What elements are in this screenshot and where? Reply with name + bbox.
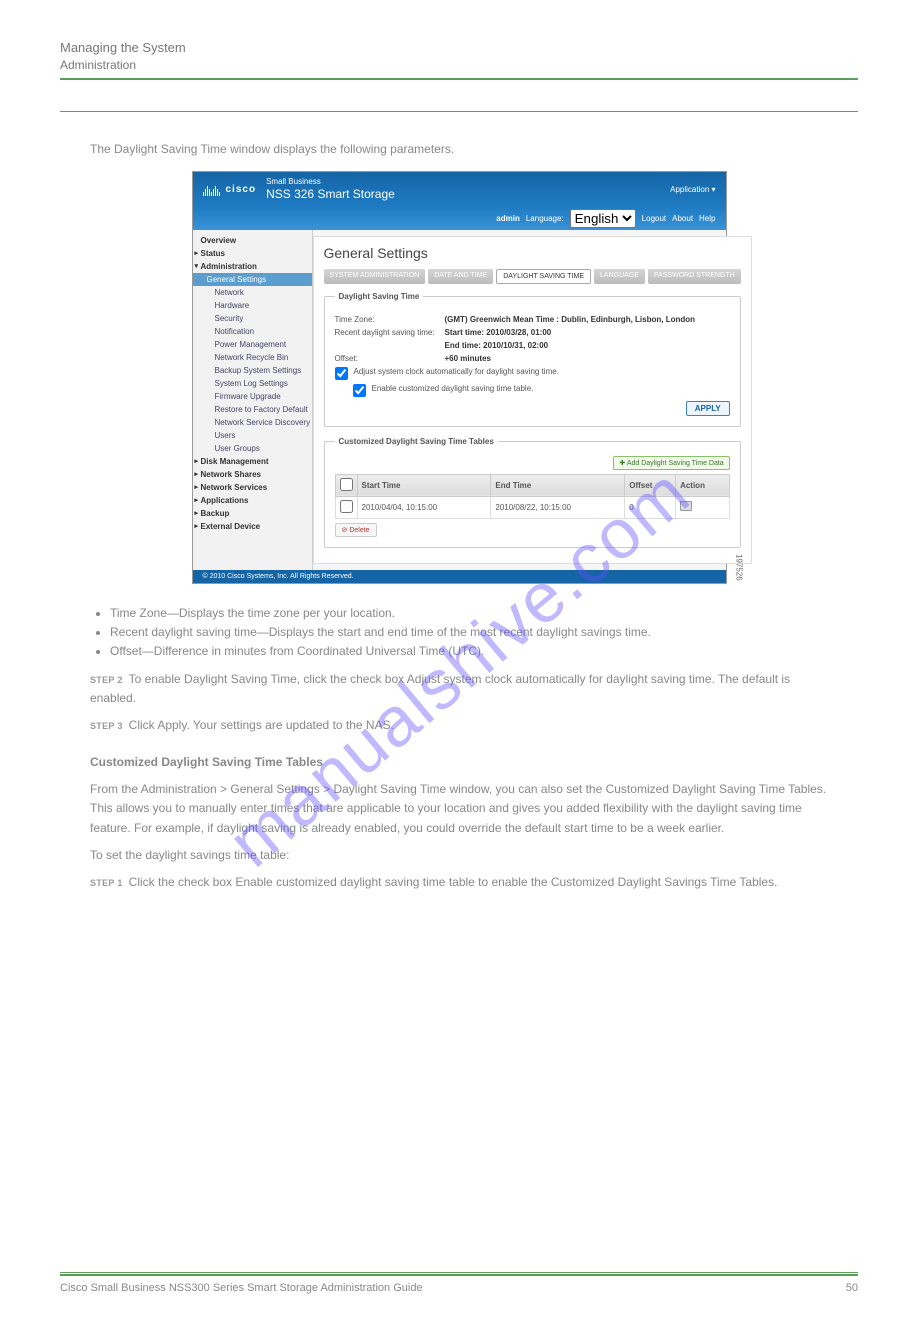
th-offset: Offset: [625, 474, 676, 496]
screenshot-panel: cisco Small Business NSS 326 Smart Stora…: [192, 171, 727, 584]
page-number: 50: [846, 1282, 858, 1294]
tab-password[interactable]: PASSWORD STRENGTH: [648, 269, 741, 284]
chapter-rule: [60, 78, 858, 112]
brand-title: NSS 326 Smart Storage: [266, 187, 395, 201]
chk-all[interactable]: [340, 478, 353, 491]
sidebar-ext[interactable]: External Device: [193, 520, 312, 533]
chk-auto-dst[interactable]: [335, 367, 348, 380]
figure-number: 197526: [735, 554, 744, 581]
sidebar-notification[interactable]: Notification: [193, 325, 312, 338]
user-label: admin: [496, 214, 520, 223]
sidebar-apps[interactable]: Applications: [193, 494, 312, 507]
cisco-logo-icon: [203, 184, 220, 196]
step3-label: STEP 3: [90, 721, 123, 731]
sidebar-general-settings[interactable]: General Settings: [193, 273, 312, 286]
help-link[interactable]: Help: [699, 214, 715, 223]
sidebar-disk[interactable]: Disk Management: [193, 455, 312, 468]
sidebar: Overview Status Administration General S…: [193, 230, 313, 570]
app-footer: © 2010 Cisco Systems, Inc. All Rights Re…: [193, 570, 726, 583]
step1b-text: Click the check box Enable customized da…: [129, 875, 778, 889]
cell-offset: 0: [625, 496, 676, 518]
custom-desc: From the Administration > General Settin…: [90, 780, 828, 838]
sidebar-network[interactable]: Network: [193, 286, 312, 299]
language-label: Language:: [526, 214, 564, 223]
main-content: General Settings SYSTEM ADMINISTRATION D…: [313, 236, 752, 564]
to-set-text: To set the daylight savings time table:: [90, 846, 828, 865]
tab-sys-admin[interactable]: SYSTEM ADMINISTRATION: [324, 269, 426, 284]
chapter-sub: Administration: [60, 58, 858, 72]
sidebar-security[interactable]: Security: [193, 312, 312, 325]
sidebar-power[interactable]: Power Management: [193, 338, 312, 351]
sidebar-hardware[interactable]: Hardware: [193, 299, 312, 312]
brand-subtitle: Small Business: [266, 178, 395, 187]
tab-dst[interactable]: DAYLIGHT SAVING TIME: [496, 269, 591, 284]
tz-label: Time Zone:: [335, 315, 445, 324]
sidebar-firmware[interactable]: Firmware Upgrade: [193, 390, 312, 403]
about-link[interactable]: About: [672, 214, 693, 223]
cell-start: 2010/04/04, 10:15:00: [357, 496, 491, 518]
custom-heading: Customized Daylight Saving Time Tables: [90, 753, 828, 772]
tab-language[interactable]: LANGUAGE: [594, 269, 645, 284]
th-end: End Time: [491, 474, 625, 496]
step2-label: STEP 2: [90, 675, 123, 685]
chk-auto-dst-label: Adjust system clock automatically for da…: [354, 367, 559, 376]
bullet-recent: Recent daylight saving time—Displays the…: [110, 623, 828, 642]
tab-date-time[interactable]: DATE AND TIME: [428, 269, 493, 284]
app-topbar: cisco Small Business NSS 326 Smart Stora…: [193, 172, 726, 207]
dst-legend: Daylight Saving Time: [335, 292, 424, 301]
th-start: Start Time: [357, 474, 491, 496]
apply-button[interactable]: APPLY: [686, 401, 730, 416]
step1b-label: STEP 1: [90, 878, 123, 888]
recent-label: Recent daylight saving time:: [335, 328, 445, 337]
subheader-bar: admin Language: English Logout About Hel…: [193, 207, 726, 230]
sidebar-groups[interactable]: User Groups: [193, 442, 312, 455]
table-row: 2010/04/04, 10:15:00 2010/08/22, 10:15:0…: [335, 496, 729, 518]
sidebar-syslog[interactable]: System Log Settings: [193, 377, 312, 390]
sidebar-backup[interactable]: Backup: [193, 507, 312, 520]
add-dst-button[interactable]: Add Daylight Saving Time Data: [613, 456, 729, 470]
chapter-label: Managing the System: [60, 40, 858, 55]
sidebar-restore[interactable]: Restore to Factory Default: [193, 403, 312, 416]
dst-fieldset: Daylight Saving Time Time Zone:(GMT) Gre…: [324, 292, 741, 427]
sidebar-backup-sys[interactable]: Backup System Settings: [193, 364, 312, 377]
custom-tables-fieldset: Customized Daylight Saving Time Tables A…: [324, 437, 741, 548]
chk-custom-table[interactable]: [353, 384, 366, 397]
chk-custom-table-label: Enable customized daylight saving time t…: [372, 384, 534, 393]
end-time-value: End time: 2010/10/31, 02:00: [445, 341, 549, 350]
cell-end: 2010/08/22, 10:15:00: [491, 496, 625, 518]
sidebar-discovery[interactable]: Network Service Discovery: [193, 416, 312, 429]
language-select[interactable]: English: [570, 209, 636, 228]
th-action: Action: [676, 474, 730, 496]
sidebar-shares[interactable]: Network Shares: [193, 468, 312, 481]
page-title: General Settings: [324, 245, 741, 261]
footer-title: Cisco Small Business NSS300 Series Smart…: [60, 1282, 423, 1294]
tabs-row: SYSTEM ADMINISTRATION DATE AND TIME DAYL…: [324, 269, 741, 284]
cisco-wordmark: cisco: [226, 184, 257, 195]
logout-link[interactable]: Logout: [642, 214, 666, 223]
application-menu[interactable]: Application ▾: [670, 185, 715, 194]
sidebar-administration[interactable]: Administration: [193, 260, 312, 273]
edit-icon[interactable]: [680, 501, 692, 511]
sidebar-status[interactable]: Status: [193, 247, 312, 260]
sidebar-users[interactable]: Users: [193, 429, 312, 442]
footer-rule: [60, 1272, 858, 1276]
sidebar-services[interactable]: Network Services: [193, 481, 312, 494]
step3-text: Click Apply. Your settings are updated t…: [129, 718, 394, 732]
chk-row[interactable]: [340, 500, 353, 513]
tz-value: (GMT) Greenwich Mean Time : Dublin, Edin…: [445, 315, 696, 324]
start-time-value: Start time: 2010/03/28, 01:00: [445, 328, 552, 337]
sidebar-recycle[interactable]: Network Recycle Bin: [193, 351, 312, 364]
intro-paragraph: The Daylight Saving Time window displays…: [90, 140, 828, 159]
offset-label: Offset:: [335, 354, 445, 363]
offset-value: +60 minutes: [445, 354, 491, 363]
dst-table: Start Time End Time Offset Action 2010/0…: [335, 474, 730, 519]
bullet-tz: Time Zone—Displays the time zone per you…: [110, 604, 828, 623]
bullet-offset: Offset—Difference in minutes from Coordi…: [110, 642, 828, 661]
delete-button[interactable]: Delete: [335, 523, 377, 537]
sidebar-overview[interactable]: Overview: [193, 234, 312, 247]
step2-text: To enable Daylight Saving Time, click th…: [90, 672, 790, 705]
tables-legend: Customized Daylight Saving Time Tables: [335, 437, 498, 446]
